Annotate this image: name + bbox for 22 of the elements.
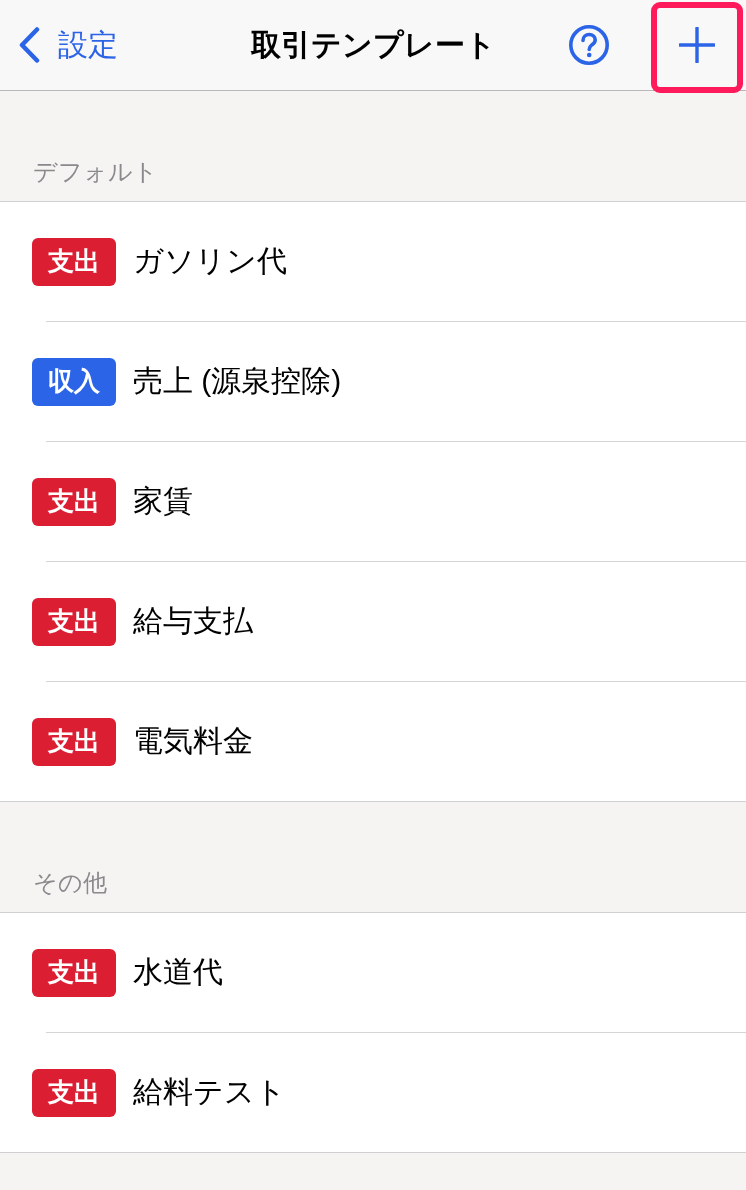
help-button[interactable] — [569, 25, 609, 65]
template-name: 家賃 — [133, 483, 193, 519]
template-name: 給料テスト — [133, 1074, 286, 1110]
type-badge: 収入 — [32, 357, 116, 406]
chevron-left-icon — [18, 27, 40, 63]
type-badge: 支出 — [32, 597, 116, 646]
template-name: 給与支払 — [133, 603, 253, 639]
section-header: デフォルト — [33, 157, 158, 187]
back-button[interactable]: 設定 — [18, 23, 118, 67]
template-name: 水道代 — [133, 954, 223, 990]
type-badge: 支出 — [32, 237, 116, 286]
template-name: 売上 (源泉控除) — [133, 363, 342, 399]
type-badge: 支出 — [32, 477, 116, 526]
type-badge: 支出 — [32, 1068, 116, 1117]
template-name: 電気料金 — [133, 723, 253, 759]
type-badge: 支出 — [32, 948, 116, 997]
section-header: その他 — [33, 868, 107, 898]
screen-title: 取引テンプレート — [250, 26, 496, 63]
type-badge: 支出 — [32, 717, 116, 766]
help-icon — [569, 25, 609, 65]
template-name: ガソリン代 — [133, 243, 287, 279]
plus-icon — [679, 27, 715, 63]
